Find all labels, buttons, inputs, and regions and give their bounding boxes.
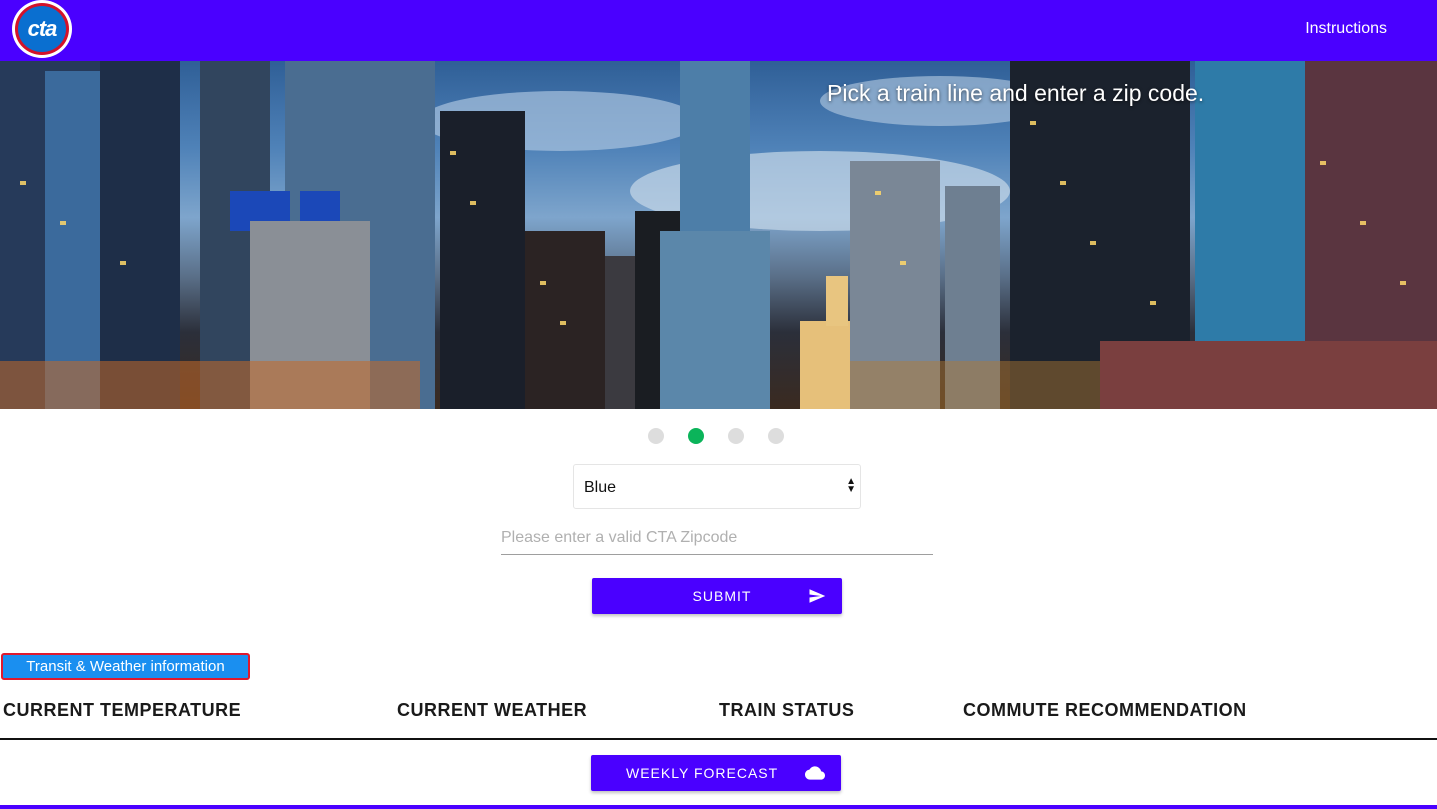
transit-weather-section-label: Transit & Weather information — [1, 653, 250, 680]
current-weather-header: CURRENT WEATHER — [397, 700, 588, 720]
hero-caption: Pick a train line and enter a zip code. — [827, 80, 1205, 106]
zipcode-input[interactable] — [501, 515, 933, 555]
bottom-accent-bar — [0, 805, 1437, 809]
train-line-select[interactable]: Blue ▲ ▼ — [573, 464, 861, 509]
city-skyline-image — [0, 61, 1437, 409]
carousel-dot-1[interactable] — [648, 428, 664, 444]
cta-logo[interactable]: cta — [12, 0, 72, 58]
weekly-forecast-button[interactable]: WEEKLY FORECAST — [591, 755, 841, 791]
commute-recommendation-header: COMMUTE RECOMMENDATION — [963, 700, 1247, 720]
carousel-dot-4[interactable] — [768, 428, 784, 444]
cta-logo-badge: cta — [15, 3, 69, 55]
instructions-link[interactable]: Instructions — [1305, 20, 1387, 38]
carousel-dot-3[interactable] — [728, 428, 744, 444]
current-temperature-header: CURRENT TEMPERATURE — [3, 700, 242, 720]
weekly-forecast-label: WEEKLY FORECAST — [626, 765, 779, 781]
carousel-dot-2[interactable] — [688, 428, 704, 444]
hero-banner: Pick a train line and enter a zip code. — [0, 61, 1437, 409]
submit-button-label: SUBMIT — [692, 588, 752, 604]
table-divider — [0, 738, 1437, 740]
train-line-select-value: Blue — [584, 479, 617, 496]
send-icon — [809, 589, 826, 603]
cloud-icon — [805, 766, 825, 780]
select-arrows-icon: ▲ ▼ — [846, 476, 856, 495]
cta-logo-text: cta — [27, 16, 58, 41]
carousel-indicators — [648, 428, 784, 444]
top-navbar: cta Instructions — [0, 0, 1437, 61]
train-status-header: TRAIN STATUS — [719, 700, 855, 720]
submit-button[interactable]: SUBMIT — [592, 578, 842, 614]
